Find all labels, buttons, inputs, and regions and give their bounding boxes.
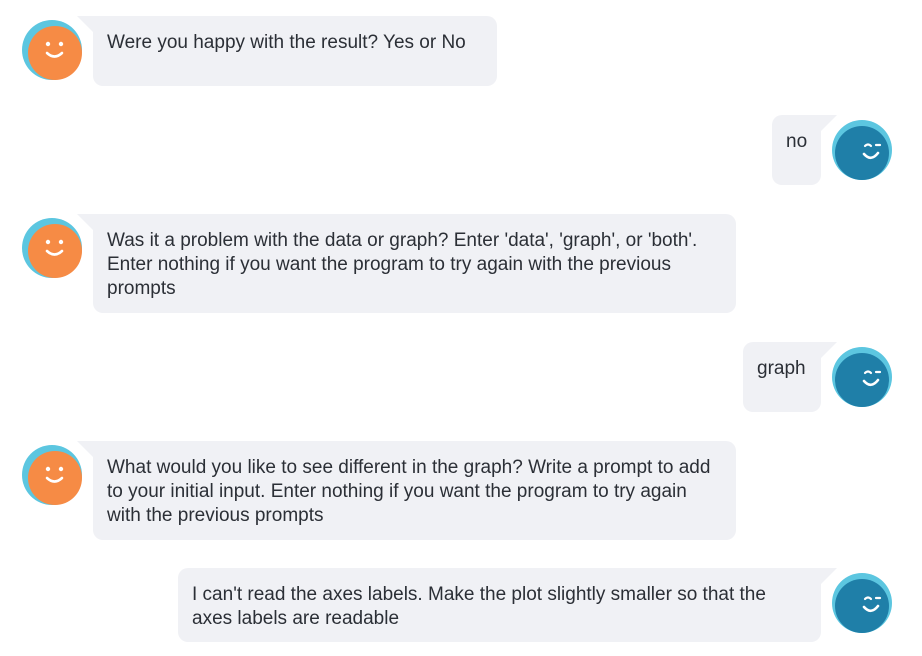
smiley-face-icon [22, 445, 82, 505]
bot-message-bubble: Were you happy with the result? Yes or N… [77, 16, 497, 86]
user-message-text: no [786, 131, 808, 152]
user-message-bubble: I can't read the axes labels. Make the p… [178, 568, 837, 642]
smiley-face-icon [22, 20, 82, 80]
smiley-face-icon [22, 218, 82, 278]
user-avatar [832, 573, 892, 633]
winking-face-icon [832, 120, 892, 180]
winking-face-icon [832, 347, 892, 407]
bot-message-text: Were you happy with the result? Yes or N… [107, 32, 466, 53]
bot-avatar [22, 218, 82, 278]
user-message-text: I can't read the axes labels. Make the p… [192, 584, 766, 629]
bot-avatar [22, 445, 82, 505]
user-message-text: graph [757, 358, 806, 379]
bot-message-bubble: Was it a problem with the data or graph?… [77, 214, 736, 313]
bot-message-text: Was it a problem with the data or graph?… [107, 230, 698, 299]
bot-message-text: What would you like to see different in … [107, 457, 711, 526]
user-avatar [832, 347, 892, 407]
bot-avatar [22, 20, 82, 80]
winking-face-icon [832, 573, 892, 633]
user-avatar [832, 120, 892, 180]
bot-message-bubble: What would you like to see different in … [77, 441, 736, 540]
user-message-bubble: no [772, 115, 837, 185]
user-message-bubble: graph [743, 342, 837, 412]
